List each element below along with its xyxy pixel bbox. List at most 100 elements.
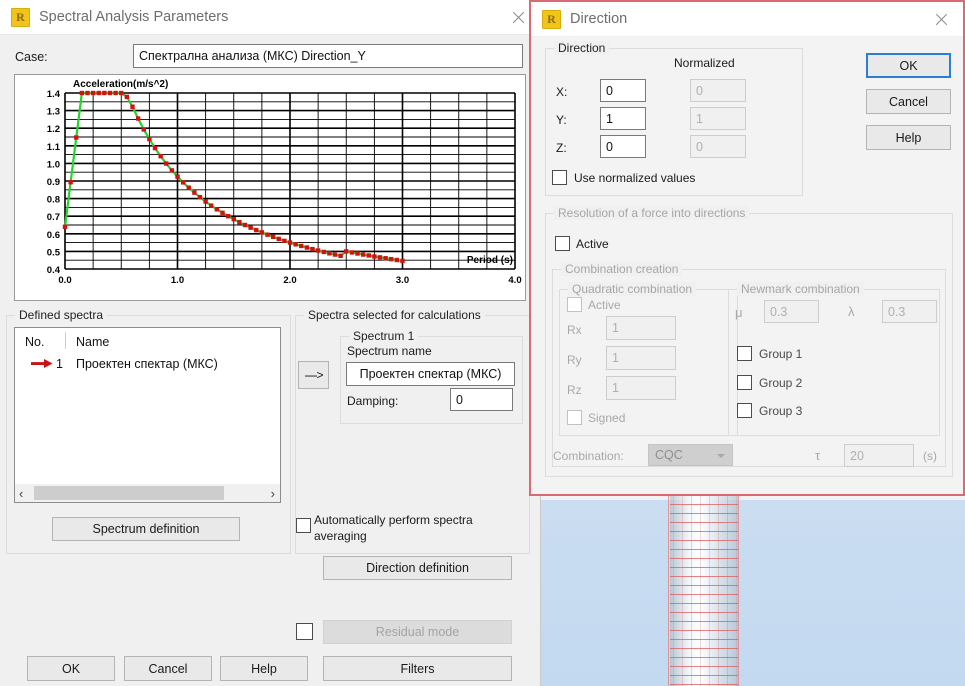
- damping-label: Damping:: [347, 394, 399, 408]
- svg-text:1.2: 1.2: [47, 124, 60, 135]
- svg-text:3.0: 3.0: [396, 275, 409, 286]
- direction-dialog-title: Direction: [570, 11, 628, 27]
- axis-z-normalized: 0: [690, 135, 746, 158]
- app-logo-icon: R: [542, 9, 561, 29]
- mu-symbol: μ: [735, 305, 743, 320]
- auto-average-checkbox[interactable]: [296, 518, 311, 533]
- newmark-combination-label: Newmark combination: [737, 282, 864, 296]
- signed-label: Signed: [588, 411, 626, 425]
- cancel-button[interactable]: Cancel: [124, 656, 212, 681]
- svg-text:1.4: 1.4: [47, 89, 61, 100]
- spectrum-name-label: Spectrum name: [347, 344, 432, 358]
- axis-y-normalized: 1: [690, 107, 746, 130]
- svg-text:0.8: 0.8: [47, 195, 60, 206]
- column-header-name: Name: [76, 335, 110, 349]
- defined-spectra-hscrollbar[interactable]: ‹ ›: [14, 484, 281, 503]
- selected-spectra-label: Spectra selected for calculations: [304, 308, 485, 322]
- direction-group-label: Direction: [554, 41, 610, 55]
- svg-text:2.0: 2.0: [283, 275, 296, 286]
- axis-x-input[interactable]: 0: [600, 79, 646, 102]
- resolution-active-label: Active: [576, 237, 609, 251]
- resolution-active-checkbox[interactable]: [555, 236, 570, 251]
- axis-x-normalized: 0: [690, 79, 746, 102]
- tower-mesh: [670, 495, 738, 686]
- direction-help-button[interactable]: Help: [866, 125, 951, 150]
- mu-input: 0.3: [764, 300, 819, 323]
- damping-input[interactable]: 0: [450, 388, 513, 411]
- axis-x-label: X:: [556, 85, 568, 99]
- response-spectrum-chart[interactable]: 0.4 0.5 0.6 0.7 0.8 0.9 1.0 1.1 1.2 1.3 1.4 0.0 1.0 2…: [14, 74, 526, 301]
- rz-label: Rz: [567, 383, 582, 397]
- scroll-thumb[interactable]: [34, 486, 224, 500]
- svg-text:0.6: 0.6: [47, 230, 60, 241]
- tau-unit-label: (s): [923, 449, 937, 463]
- group-1-label: Group 1: [759, 347, 803, 361]
- svg-text:0.5: 0.5: [47, 247, 61, 258]
- direction-dialog-titlebar[interactable]: R Direction: [531, 2, 963, 37]
- table-row-name[interactable]: Проектен спектар (МКС): [76, 357, 218, 371]
- svg-text:1.0: 1.0: [47, 159, 60, 170]
- svg-text:0.9: 0.9: [47, 177, 60, 188]
- svg-text:0.7: 0.7: [47, 212, 60, 223]
- lambda-input: 0.3: [882, 300, 937, 323]
- normalized-header: Normalized: [674, 56, 735, 70]
- case-input[interactable]: Спектрална анализа (МКС) Direction_Y: [133, 44, 523, 68]
- residual-mode-checkbox[interactable]: [296, 623, 313, 640]
- quadratic-combination-label: Quadratic combination: [568, 282, 697, 296]
- axis-z-input[interactable]: 0: [600, 135, 646, 158]
- signed-checkbox: [567, 410, 582, 425]
- axis-y-input[interactable]: 1: [600, 107, 646, 130]
- spectrum-1-label: Spectrum 1: [349, 329, 419, 343]
- group-3-label: Group 3: [759, 404, 803, 418]
- svg-text:1.3: 1.3: [47, 107, 60, 118]
- selected-row-arrow-icon: [31, 359, 53, 368]
- combination-select[interactable]: CQC: [648, 444, 733, 466]
- rz-input: 1: [606, 376, 676, 400]
- svg-text:1.0: 1.0: [171, 275, 184, 286]
- scroll-left-icon[interactable]: ‹: [19, 486, 23, 501]
- filters-button[interactable]: Filters: [323, 656, 512, 681]
- rx-input: 1: [606, 316, 676, 340]
- defined-spectra-list[interactable]: No. Name 1 Проектен спектар (МКС): [14, 327, 281, 489]
- quadratic-active-checkbox: [567, 297, 582, 312]
- svg-text:Acceleration(m/s^2): Acceleration(m/s^2): [73, 79, 168, 90]
- group-2-checkbox[interactable]: [737, 375, 752, 390]
- svg-text:1.1: 1.1: [47, 142, 61, 153]
- main-dialog-title: Spectral Analysis Parameters: [39, 9, 229, 25]
- residual-mode-button: Residual mode: [323, 620, 512, 644]
- combination-creation-label: Combination creation: [561, 262, 683, 276]
- main-dialog-titlebar[interactable]: R Spectral Analysis Parameters: [0, 0, 540, 35]
- transfer-spectrum-button[interactable]: ---->: [298, 361, 329, 389]
- chevron-down-icon: [717, 454, 725, 458]
- close-icon[interactable]: [919, 3, 963, 36]
- ry-label: Ry: [567, 353, 582, 367]
- auto-average-label: Automatically perform spectra averaging: [314, 513, 473, 543]
- spectrum-name-input[interactable]: Проектен спектар (МКС): [346, 362, 515, 386]
- tower-left-edge: [668, 495, 669, 686]
- ry-input: 1: [606, 346, 676, 370]
- tau-input: 20: [844, 444, 914, 467]
- tower-right-edge: [738, 495, 739, 686]
- svg-text:4.0: 4.0: [508, 275, 521, 286]
- combination-label: Combination:: [553, 449, 624, 463]
- spectrum-definition-button[interactable]: Spectrum definition: [52, 517, 240, 541]
- use-normalized-label: Use normalized values: [574, 171, 696, 185]
- use-normalized-checkbox[interactable]: [552, 170, 567, 185]
- table-row-no[interactable]: 1: [56, 357, 63, 371]
- direction-definition-button[interactable]: Direction definition: [323, 556, 512, 580]
- spectral-analysis-parameters-dialog[interactable]: R Spectral Analysis Parameters Case: Спе…: [0, 0, 541, 686]
- ok-button[interactable]: OK: [27, 656, 115, 681]
- direction-ok-button[interactable]: OK: [866, 53, 951, 78]
- chart-svg: 0.40.50.60.70.80.91.01.11.21.31.40.0 1.0 2…: [47, 79, 522, 286]
- help-button[interactable]: Help: [220, 656, 308, 681]
- group-1-checkbox[interactable]: [737, 346, 752, 361]
- resolution-group-label: Resolution of a force into directions: [554, 206, 750, 220]
- app-logo-icon: R: [11, 7, 30, 27]
- direction-cancel-button[interactable]: Cancel: [866, 89, 951, 114]
- group-3-checkbox[interactable]: [737, 403, 752, 418]
- direction-dialog[interactable]: R Direction Direction Normalized X: 0 0 …: [529, 0, 965, 496]
- svg-text:0.0: 0.0: [58, 275, 71, 286]
- lambda-symbol: λ: [848, 304, 855, 319]
- scroll-right-icon[interactable]: ›: [271, 486, 275, 501]
- svg-text:Period (s): Period (s): [467, 255, 513, 266]
